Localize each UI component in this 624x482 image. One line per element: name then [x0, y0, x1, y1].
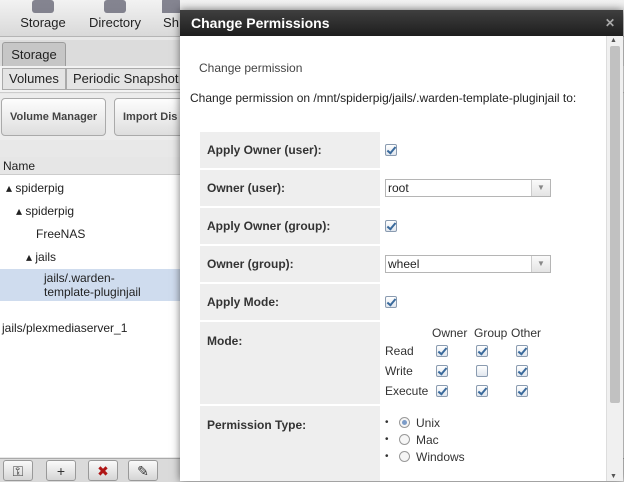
permission-type-radio[interactable] — [399, 434, 410, 445]
permission-type-radio[interactable] — [399, 451, 410, 462]
row-owner-user: Owner (user): root ▼ — [200, 170, 595, 206]
apply-mode-checkbox[interactable] — [385, 296, 397, 308]
volume-tree — [0, 157, 180, 457]
execute-owner-checkbox[interactable] — [436, 385, 448, 397]
tree-node-dataset[interactable]: ▴ spiderpig — [16, 204, 74, 218]
apply-mode-label: Apply Mode: — [200, 284, 380, 320]
scrollbar-thumb[interactable] — [610, 46, 620, 403]
owner-user-label: Owner (user): — [200, 170, 380, 206]
row-apply-owner-user: Apply Owner (user): — [200, 132, 595, 168]
permission-type-label: Unix — [416, 415, 441, 430]
write-other-checkbox[interactable] — [516, 365, 528, 377]
apply-owner-group-checkbox[interactable] — [385, 220, 397, 232]
dialog-scrollbar[interactable]: ▲ ▼ — [606, 36, 623, 481]
mode-grid: Owner Group Other Read Write Execute — [385, 322, 575, 402]
nav-directory[interactable]: Directory — [86, 0, 144, 36]
tree-node-label: jails/.warden- — [44, 271, 115, 285]
owner-user-value: root — [388, 181, 409, 195]
permission-type-option[interactable]: • Mac — [385, 431, 465, 448]
dialog-body: Change permission Change permission on /… — [180, 36, 605, 481]
dialog-title: Change Permissions — [191, 15, 330, 31]
permission-type-options: • Unix • Mac • Windows — [385, 406, 465, 465]
mode-col-group: Group — [474, 326, 508, 340]
mode-row-write: Write — [385, 364, 413, 378]
delete-icon[interactable]: ✖ — [88, 460, 118, 481]
owner-group-select[interactable]: wheel ▼ — [385, 255, 551, 273]
permission-type-option[interactable]: • Unix — [385, 414, 465, 431]
permission-type-option[interactable]: • Windows — [385, 448, 465, 465]
tree-node-jails[interactable]: ▴ jails — [26, 250, 56, 264]
dialog-description: Change permission on /mnt/spiderpig/jail… — [190, 91, 577, 105]
permission-type-radio[interactable] — [399, 417, 410, 428]
volume-manager-button[interactable]: Volume Manager — [1, 98, 107, 136]
tree-node-pool[interactable]: ▴ spiderpig — [6, 181, 64, 195]
apply-owner-user-checkbox[interactable] — [385, 144, 397, 156]
dialog-title-bar: Change Permissions ✕ — [180, 10, 623, 36]
tree-node-template-selected[interactable]: jails/.warden- template-pluginjail — [0, 269, 180, 301]
storage-icon — [32, 0, 54, 13]
mode-label: Mode: — [200, 322, 380, 404]
close-icon[interactable]: ✕ — [605, 10, 615, 36]
read-other-checkbox[interactable] — [516, 345, 528, 357]
tree-node-label: jails — [35, 250, 57, 264]
write-owner-checkbox[interactable] — [436, 365, 448, 377]
tree-node-plex[interactable]: jails/plexmediaserver_1 — [2, 321, 127, 335]
mode-col-owner: Owner — [432, 326, 468, 340]
nav-storage[interactable]: Storage — [18, 0, 68, 36]
key-icon[interactable]: ⚿ — [3, 460, 33, 481]
owner-user-select[interactable]: root ▼ — [385, 179, 551, 197]
execute-other-checkbox[interactable] — [516, 385, 528, 397]
tree-node-freenas[interactable]: FreeNAS — [36, 227, 85, 241]
chevron-down-icon: ▼ — [531, 256, 550, 272]
owner-group-label: Owner (group): — [200, 246, 380, 282]
bullet-icon: • — [385, 434, 389, 445]
row-owner-group: Owner (group): wheel ▼ — [200, 246, 595, 282]
owner-group-value: wheel — [388, 257, 420, 271]
sharing-icon — [162, 0, 180, 13]
scroll-up-icon[interactable]: ▲ — [610, 37, 617, 44]
tab-periodic-snapshot[interactable]: Periodic Snapshot T — [66, 68, 188, 90]
nav-sharing-label: Sh — [163, 15, 179, 30]
execute-group-checkbox[interactable] — [476, 385, 488, 397]
bullet-icon: • — [385, 417, 389, 428]
nav-directory-label: Directory — [88, 15, 141, 30]
write-group-checkbox[interactable] — [476, 365, 488, 377]
tree-column-header: Name — [0, 157, 180, 175]
permission-type-label: Windows — [416, 449, 465, 464]
permission-type-label: Permission Type: — [200, 406, 380, 481]
add-dataset-icon[interactable]: + — [46, 460, 76, 481]
dialog-subheading: Change permission — [199, 61, 303, 75]
mode-col-other: Other — [511, 326, 542, 340]
row-apply-owner-group: Apply Owner (group): — [200, 208, 595, 244]
nav-sharing[interactable]: Sh — [162, 0, 180, 36]
wrench-icon[interactable]: ✎ — [128, 460, 158, 481]
tree-node-label: spiderpig — [25, 204, 75, 218]
row-permission-type: Permission Type: • Unix • Mac • Windows — [200, 406, 595, 481]
apply-owner-user-label: Apply Owner (user): — [200, 132, 380, 168]
directory-icon — [104, 0, 126, 13]
nav-storage-label: Storage — [20, 15, 66, 30]
scroll-down-icon[interactable]: ▼ — [610, 473, 617, 480]
change-permissions-dialog: Change Permissions ✕ Change permission C… — [180, 10, 623, 481]
mode-row-execute: Execute — [385, 384, 429, 398]
tree-node-label: template-pluginjail — [44, 285, 141, 299]
read-owner-checkbox[interactable] — [436, 345, 448, 357]
permissions-form: Apply Owner (user): Owner (user): root ▼… — [200, 132, 595, 481]
apply-owner-group-label: Apply Owner (group): — [200, 208, 380, 244]
permission-type-label: Mac — [416, 432, 439, 447]
row-mode: Mode: Owner Group Other Read Write Execu… — [200, 322, 595, 404]
tab-storage[interactable]: Storage — [2, 42, 66, 67]
tree-node-label: spiderpig — [15, 181, 65, 195]
row-apply-mode: Apply Mode: — [200, 284, 595, 320]
mode-row-read: Read — [385, 344, 414, 358]
read-group-checkbox[interactable] — [476, 345, 488, 357]
tab-volumes[interactable]: Volumes — [2, 68, 66, 90]
chevron-down-icon: ▼ — [531, 180, 550, 196]
bullet-icon: • — [385, 451, 389, 462]
